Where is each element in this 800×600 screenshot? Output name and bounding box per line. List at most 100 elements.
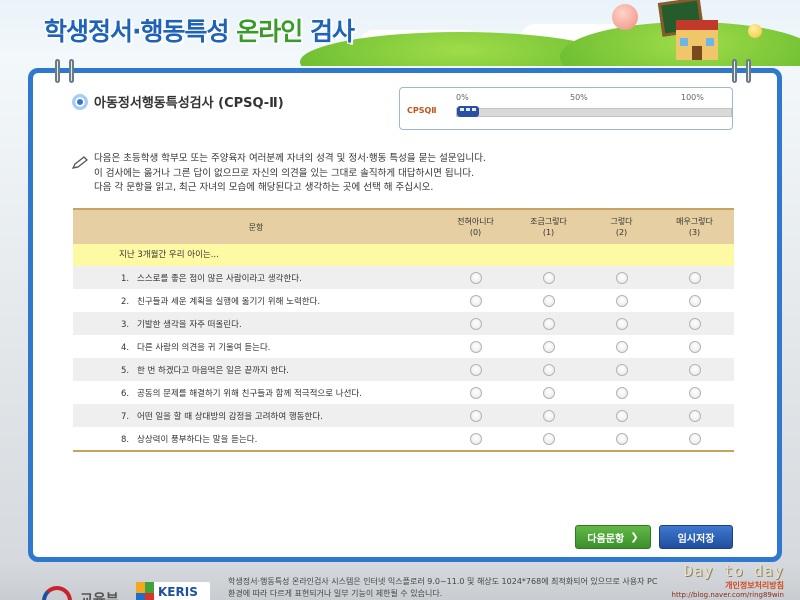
radio-q7-option-1[interactable] (542, 409, 555, 422)
radio-q3-option-1[interactable] (542, 317, 555, 330)
option-code: (3) (688, 228, 701, 237)
question-text: 4. 다른 사람의 의견을 귀 기울여 듣는다. (73, 341, 439, 353)
question-label: 기발한 생각을 자주 떠올린다. (137, 319, 242, 330)
binder-ring-icon (69, 59, 74, 83)
option-code: (0) (469, 228, 482, 237)
radio-q3-option-2[interactable] (615, 317, 628, 330)
radio-q4-option-1[interactable] (542, 340, 555, 353)
school-building-decoration (676, 20, 718, 60)
question-label: 스스로를 좋은 점이 많은 사람이라고 생각한다. (137, 273, 302, 284)
option-header-3: 매우그렇다 (3) (658, 216, 731, 238)
radio-q5-option-1[interactable] (542, 363, 555, 376)
radio-q5-option-2[interactable] (615, 363, 628, 376)
question-label: 한 번 하겠다고 마음먹은 일은 끝까지 한다. (137, 365, 289, 376)
footer: 교육부 KERIS 학생정서·행동특성 온라인검사 시스템은 인터넷 익스플로러… (0, 562, 800, 600)
question-number: 5. (121, 365, 130, 376)
ministry-of-education-logo (42, 586, 72, 600)
radio-q4-option-2[interactable] (615, 340, 628, 353)
question-column-header: 문항 (248, 222, 264, 232)
radio-q7-option-2[interactable] (615, 409, 628, 422)
radio-q8-option-2[interactable] (615, 432, 628, 445)
radio-q2-option-1[interactable] (542, 294, 555, 307)
question-number: 7. (121, 411, 130, 422)
header-banner: 학생정서·행동특성 온라인 검사 (0, 0, 800, 66)
radio-q5-option-0[interactable] (469, 363, 482, 376)
binder-ring-icon (746, 59, 751, 83)
question-text: 3. 기발한 생각을 자주 떠올린다. (73, 318, 439, 330)
site-title: 학생정서·행동특성 온라인 검사 (44, 12, 355, 48)
temporary-save-button[interactable]: 임시저장 (659, 525, 733, 549)
table-header: 문항 전혀아니다 (0) 조금그렇다 (1) 그렇다 (2) 매우그렇다 (3) (73, 208, 734, 244)
radio-q8-option-3[interactable] (688, 432, 701, 445)
instruction-line: 다음은 초등학생 학부모 또는 주양육자 여러분께 자녀의 성격 및 정서·행동… (94, 153, 486, 164)
survey-panel: 아동정서행동특성검사 (CPSQ-Ⅱ) CPSQⅡ 0% 50% 100% 다음… (28, 59, 782, 562)
test-title-text: 아동정서행동특성검사 (CPSQ-Ⅱ) (94, 96, 284, 111)
question-label: 친구들과 세운 계획을 실행에 옮기기 위해 노력한다. (137, 296, 321, 307)
radio-q6-option-1[interactable] (542, 386, 555, 399)
question-text: 8. 상상력이 풍부하다는 말을 듣는다. (73, 433, 439, 445)
radio-q6-option-2[interactable] (615, 386, 628, 399)
radio-q1-option-0[interactable] (469, 271, 482, 284)
radio-q8-option-0[interactable] (469, 432, 482, 445)
question-label: 공동의 문제를 해결하기 위해 친구들과 함께 적극적으로 나선다. (137, 388, 362, 399)
radio-q7-option-0[interactable] (469, 409, 482, 422)
instruction-line: 다음 각 문항을 읽고, 최근 자녀의 모습에 해당된다고 생각하는 곳에 선택… (94, 182, 434, 193)
next-question-label: 다음문항 (587, 533, 625, 545)
radio-q7-option-3[interactable] (688, 409, 701, 422)
question-text: 2. 친구들과 세운 계획을 실행에 옮기기 위해 노력한다. (73, 295, 439, 307)
keris-mark-icon (136, 582, 154, 600)
question-label: 상상력이 풍부하다는 말을 듣는다. (137, 434, 258, 445)
watermark-url: http://blog.naver.com/ring89win (671, 591, 784, 599)
bus-icon (457, 106, 479, 117)
radio-q1-option-2[interactable] (615, 271, 628, 284)
table-row: 6. 공동의 문제를 해결하기 위해 친구들과 함께 적극적으로 나선다. (73, 381, 734, 404)
progress-tick-100: 100% (681, 93, 704, 102)
option-label: 조금그렇다 (530, 217, 567, 226)
browser-notice-line: 학생정서·행동특성 온라인검사 시스템은 인터넷 익스플로러 9.0~11.0 … (228, 577, 658, 586)
table-row: 1. 스스로를 좋은 점이 많은 사람이라고 생각한다. (73, 266, 734, 289)
next-question-button[interactable]: 다음문항 ❯ (575, 525, 651, 549)
radio-q4-option-0[interactable] (469, 340, 482, 353)
radio-q6-option-0[interactable] (469, 386, 482, 399)
test-title: 아동정서행동특성검사 (CPSQ-Ⅱ) (72, 92, 284, 111)
radio-q6-option-3[interactable] (688, 386, 701, 399)
radio-q2-option-0[interactable] (469, 294, 482, 307)
option-label: 전혀아니다 (457, 217, 494, 226)
site-title-part3: 검사 (309, 17, 355, 46)
question-text: 7. 어떤 일을 할 때 상대방의 감정을 고려하여 행동한다. (73, 410, 439, 422)
radio-q3-option-0[interactable] (469, 317, 482, 330)
radio-q4-option-3[interactable] (688, 340, 701, 353)
question-number: 4. (121, 342, 130, 353)
title-bullet-icon (72, 93, 88, 110)
chevron-right-icon: ❯ (630, 531, 639, 543)
radio-q2-option-2[interactable] (615, 294, 628, 307)
progress-tick-50: 50% (570, 93, 588, 102)
progress-tick-0: 0% (456, 93, 469, 102)
radio-q8-option-1[interactable] (542, 432, 555, 445)
radio-q1-option-3[interactable] (688, 271, 701, 284)
question-number: 1. (121, 273, 130, 284)
site-title-part1: 학생정서·행동특성 (44, 17, 229, 46)
question-label: 다른 사람의 의견을 귀 기울여 듣는다. (137, 342, 271, 353)
table-row: 7. 어떤 일을 할 때 상대방의 감정을 고려하여 행동한다. (73, 404, 734, 427)
radio-q3-option-3[interactable] (688, 317, 701, 330)
question-number: 6. (121, 388, 130, 399)
radio-q2-option-3[interactable] (688, 294, 701, 307)
question-text: 1. 스스로를 좋은 점이 많은 사람이라고 생각한다. (73, 272, 439, 284)
site-title-part2: 온라인 (236, 17, 303, 46)
option-label: 매우그렇다 (676, 217, 713, 226)
keris-logo: KERIS (136, 582, 210, 600)
radio-q1-option-1[interactable] (542, 271, 555, 284)
balloon-decoration (748, 24, 762, 38)
option-code: (1) (542, 228, 555, 237)
radio-q5-option-3[interactable] (688, 363, 701, 376)
balloon-decoration (612, 4, 638, 30)
question-text: 6. 공동의 문제를 해결하기 위해 친구들과 함께 적극적으로 나선다. (73, 387, 439, 399)
privacy-policy-link[interactable]: 개인정보처리방침 (672, 580, 784, 591)
table-row: 4. 다른 사람의 의견을 귀 기울여 듣는다. (73, 335, 734, 358)
question-number: 2. (121, 296, 130, 307)
question-number: 8. (121, 434, 130, 445)
binder-ring-icon (55, 59, 60, 83)
progress-track (456, 108, 732, 117)
option-header-2: 그렇다 (2) (585, 216, 658, 238)
